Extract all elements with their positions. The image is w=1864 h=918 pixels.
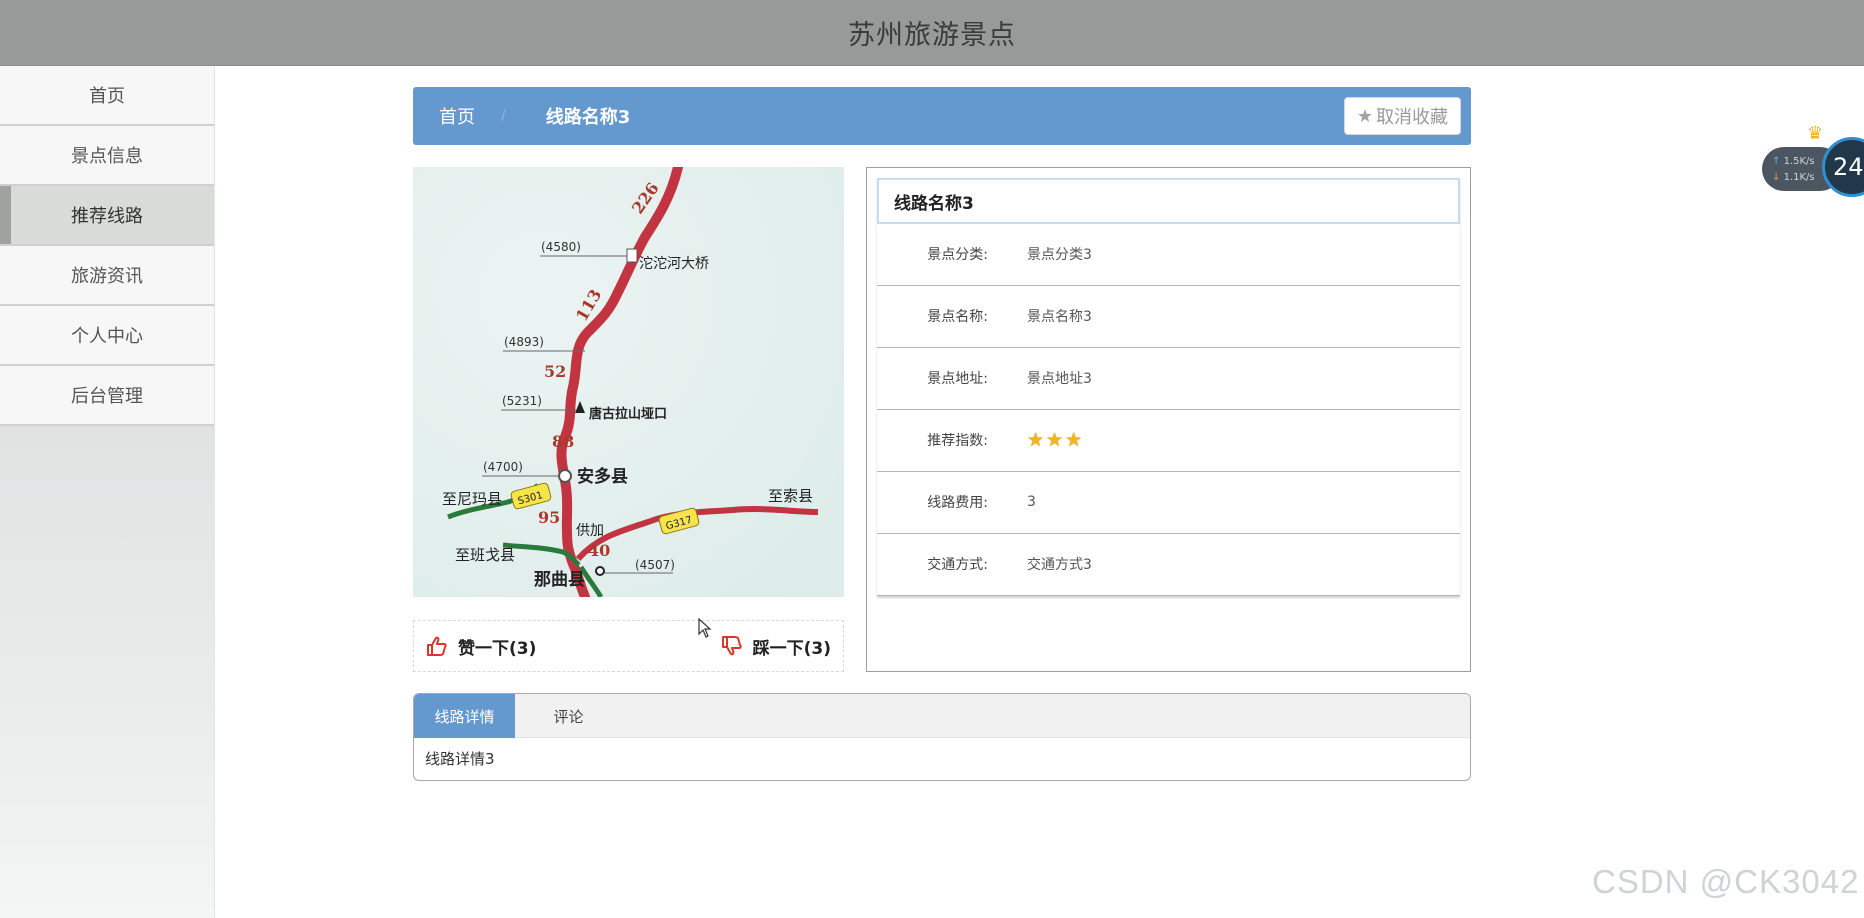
map-label: 95 bbox=[538, 508, 560, 527]
sidebar-item-recommended-routes[interactable]: 推荐线路 bbox=[0, 186, 214, 246]
map-label: (4893) bbox=[504, 335, 544, 349]
sidebar-item-label: 旅游资讯 bbox=[71, 266, 143, 287]
sidebar-item-personal-center[interactable]: 个人中心 bbox=[0, 306, 214, 366]
route-title: 线路名称3 bbox=[877, 178, 1460, 224]
map-label: 40 bbox=[588, 541, 610, 560]
network-speed-widget[interactable]: ↑ 1.5K/s ↓ 1.1K/s ♛ 24 bbox=[1762, 123, 1864, 197]
breadcrumb-separator: / bbox=[501, 108, 506, 124]
sidebar-item-attractions[interactable]: 景点信息 bbox=[0, 126, 214, 186]
info-row-rating: 推荐指数: ★ ★ ★ bbox=[877, 410, 1460, 472]
map-label: (4580) bbox=[541, 240, 581, 254]
sidebar-item-home[interactable]: 首页 bbox=[0, 66, 214, 126]
star-icon: ★ bbox=[1027, 429, 1045, 452]
breadcrumb-current: 线路名称3 bbox=[545, 107, 631, 128]
sidebar: 首页 景点信息 推荐线路 旅游资讯 个人中心 后台管理 bbox=[0, 66, 215, 918]
map-label: 安多县 bbox=[577, 466, 628, 487]
info-value: 交通方式3 bbox=[1027, 557, 1092, 574]
tab-route-details[interactable]: 线路详情 bbox=[414, 694, 515, 738]
dislike-button[interactable]: 踩一下(3) bbox=[721, 634, 831, 659]
unfavorite-button[interactable]: ★ 取消收藏 bbox=[1344, 97, 1461, 135]
info-row-name: 景点名称: 景点名称3 bbox=[877, 286, 1460, 348]
info-label: 线路费用: bbox=[927, 495, 988, 512]
breadcrumb: 首页 / 线路名称3 ★ 取消收藏 bbox=[413, 87, 1471, 145]
sidebar-item-label: 景点信息 bbox=[71, 146, 143, 167]
route-map-image: 226 113 52 88 95 40 (4580) (4893) (5231)… bbox=[413, 167, 844, 597]
map-label: (4507) bbox=[635, 558, 675, 572]
sidebar-item-label: 首页 bbox=[89, 86, 125, 107]
sidebar-item-label: 个人中心 bbox=[71, 326, 143, 347]
info-label: 景点地址: bbox=[927, 371, 988, 388]
upload-arrow-icon: ↑ bbox=[1772, 156, 1781, 167]
sidebar-item-label: 推荐线路 bbox=[71, 206, 143, 227]
info-label: 景点分类: bbox=[927, 247, 988, 264]
sidebar-item-travel-news[interactable]: 旅游资讯 bbox=[0, 246, 214, 306]
star-icon: ★ bbox=[1065, 429, 1083, 452]
sidebar-item-admin[interactable]: 后台管理 bbox=[0, 366, 214, 426]
top-header-bar: 苏州旅游景点 bbox=[0, 0, 1864, 66]
route-info-panel: 线路名称3 景点分类: 景点分类3 景点名称: 景点名称3 景点地址: 景点地址… bbox=[866, 167, 1471, 672]
rating-stars: ★ ★ ★ bbox=[1027, 429, 1084, 451]
breadcrumb-home-link[interactable]: 首页 bbox=[439, 103, 475, 129]
info-value: 景点地址3 bbox=[1027, 371, 1092, 388]
mouse-cursor-icon bbox=[698, 617, 712, 642]
crown-icon: ♛ bbox=[1807, 123, 1824, 144]
info-value: 景点分类3 bbox=[1027, 247, 1092, 264]
info-row-transport: 交通方式: 交通方式3 bbox=[877, 534, 1460, 596]
thumbs-down-icon bbox=[721, 636, 742, 656]
download-speed: 1.1K/s bbox=[1783, 172, 1815, 183]
map-label: 沱沱河大桥 bbox=[639, 255, 709, 272]
map-label: 供加 bbox=[576, 523, 604, 539]
unfavorite-label: 取消收藏 bbox=[1376, 107, 1449, 128]
star-icon: ★ bbox=[1046, 429, 1064, 452]
like-button[interactable]: 赞一下(3) bbox=[426, 634, 536, 659]
map-label: 至班戈县 bbox=[455, 546, 515, 564]
tab-comments[interactable]: 评论 bbox=[515, 694, 622, 738]
map-label: 唐古拉山垭口 bbox=[589, 406, 667, 422]
sidebar-item-label: 后台管理 bbox=[71, 386, 143, 407]
detail-tabs: 线路详情 评论 线路详情3 bbox=[413, 693, 1471, 781]
map-label: 至尼玛县 bbox=[442, 490, 502, 508]
watermark: CSDN @CK3042 bbox=[1592, 863, 1860, 900]
route-map-graphic: 226 113 52 88 95 40 (4580) (4893) (5231)… bbox=[413, 167, 844, 597]
info-row-address: 景点地址: 景点地址3 bbox=[877, 348, 1460, 410]
map-label: (4700) bbox=[483, 460, 523, 474]
info-label: 推荐指数: bbox=[927, 433, 988, 450]
map-label: (5231) bbox=[502, 394, 542, 408]
info-label: 交通方式: bbox=[927, 557, 988, 574]
star-icon: ★ bbox=[1356, 105, 1374, 127]
dislike-label: 踩一下(3) bbox=[752, 638, 831, 659]
info-label: 景点名称: bbox=[927, 309, 988, 326]
site-title: 苏州旅游景点 bbox=[848, 20, 1016, 51]
vote-bar: 赞一下(3) 踩一下(3) bbox=[413, 620, 844, 672]
tab-content: 线路详情3 bbox=[425, 750, 495, 768]
info-value: 3 bbox=[1027, 494, 1036, 511]
like-label: 赞一下(3) bbox=[458, 638, 537, 659]
map-label: 88 bbox=[552, 432, 574, 451]
map-label: 52 bbox=[544, 362, 566, 381]
info-value: 景点名称3 bbox=[1027, 309, 1092, 326]
info-row-cost: 线路费用: 3 bbox=[877, 472, 1460, 534]
download-arrow-icon: ↓ bbox=[1772, 172, 1781, 183]
info-row-category: 景点分类: 景点分类3 bbox=[877, 224, 1460, 286]
thumbs-up-icon bbox=[427, 636, 447, 656]
tab-bar: 线路详情 评论 bbox=[414, 694, 1470, 738]
map-label: 至索县 bbox=[768, 487, 813, 505]
map-label: 那曲县 bbox=[534, 570, 585, 590]
upload-speed: 1.5K/s bbox=[1783, 156, 1815, 167]
